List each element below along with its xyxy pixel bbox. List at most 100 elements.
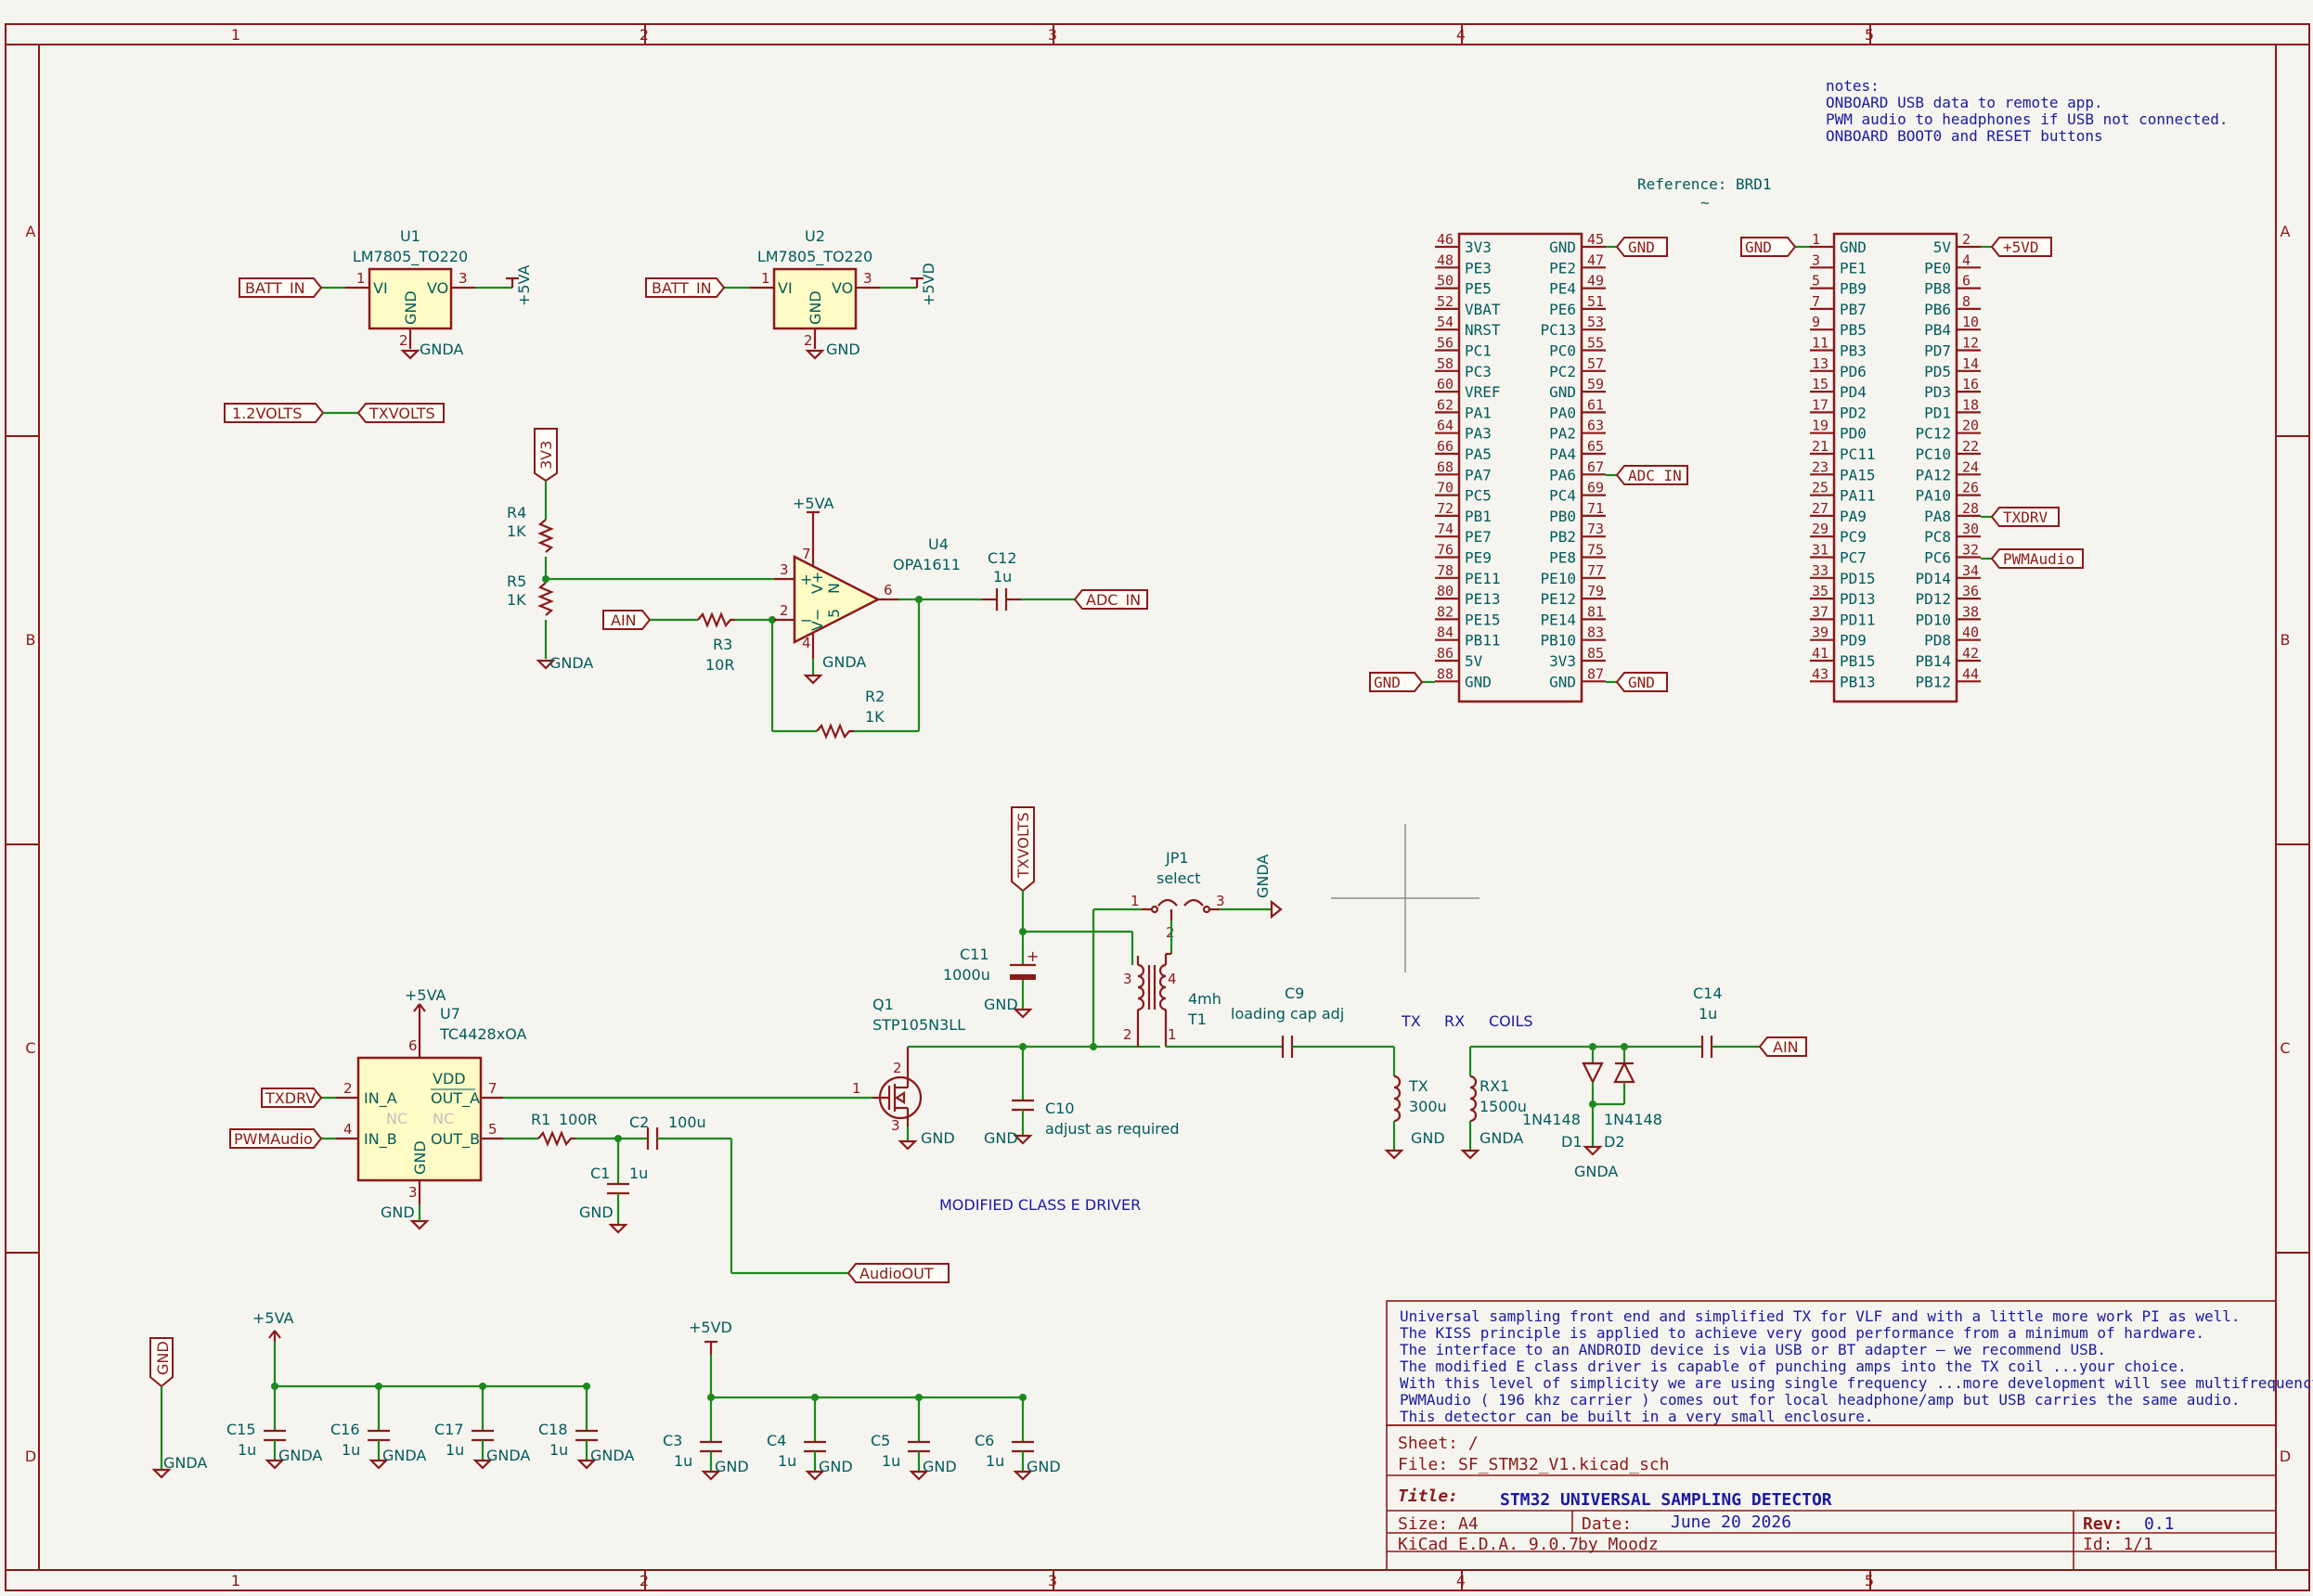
regulator-u2[interactable]: U2 LM7805_TO220 VI VO GND 1 3 2 BATT_IN … [645,227,937,360]
left-header-pin-name: PC13 [1540,321,1576,339]
right-header-pin-number: 39 [1812,624,1828,641]
right-header-pin-number: 24 [1962,458,1979,475]
net-alias[interactable]: 1.2VOLTS TXVOLTS [224,403,445,423]
right-header-pin-number: 4 [1962,251,1971,268]
decoupling-section[interactable]: GND GNDA +5VA C15 1u GNDA C16 1u GNDA C17 1u GND… [149,1309,1061,1481]
right-header-pin-number: 11 [1812,335,1828,352]
cursor-crosshair [1331,824,1480,972]
author: by Moodz [1578,1535,1659,1554]
document-title: STM32 UNIVERSAL SAMPLING DETECTOR [1500,1490,1832,1510]
q1-pin-1: 1 [852,1080,861,1097]
right-header-pin-number: 2 [1962,231,1971,248]
title-block: Sheet: / File: SF_STM32_V1.kicad_sch Tit… [1386,1424,2277,1571]
left-header-pin-name: PC0 [1549,342,1576,360]
right-header-pin-name: PB14 [1915,652,1951,670]
u7-pin-name-ina: IN_A [364,1089,397,1108]
rail-3v3-text: 3V3 [537,441,555,470]
right-header-pin-name: PB5 [1840,321,1867,339]
gnd-symbol [805,349,825,360]
opamp-section[interactable]: 3V3 R4 1K R5 1K GNDA AIN R3 10R R2 1K 3 … [507,428,1148,740]
cap-ref: C3 [663,1432,682,1449]
right-header-pin-name: PC7 [1840,549,1867,567]
d1-value: 1N4148 [1522,1111,1581,1128]
right-header-pin-name: PD6 [1840,363,1867,380]
gnd-symbol [409,1219,430,1230]
right-header-pin-number: 30 [1962,521,1979,537]
u7-pin-name-nc: NC [386,1110,407,1127]
q1-pin-2: 2 [893,1060,902,1076]
left-header-pin-number: 62 [1437,396,1454,413]
left-header-pin-number: 67 [1587,458,1604,475]
gnda-symbol [1583,1145,1603,1156]
board-brd1[interactable]: Reference: BRD1 ~ 46 3V3 GND 4548 PE3 PE2 4750… [1369,175,2084,703]
left-header-pin-name: PA0 [1549,404,1576,421]
t1-pin-4: 4 [1168,971,1177,987]
gnd-label-text: GND [1628,674,1655,691]
decoupling-capacitor: C6 1u GND [975,1394,1061,1481]
c11-gnd: GND [984,996,1018,1013]
tx-ref: TX [1408,1077,1428,1095]
left-header-pin-name: PE5 [1465,280,1492,298]
size-label: Size: A4 [1398,1514,1479,1534]
left-header-pin-number: 64 [1437,418,1454,434]
r2-ref: R2 [865,688,885,705]
right-header-pin-number: 37 [1812,603,1828,620]
u4-value: OPA1611 [893,556,961,573]
description-line: Universal sampling front end and simplif… [1400,1307,2240,1325]
u4-pin-7: 7 [802,546,811,562]
right-header-pin-name: PD8 [1924,632,1951,650]
gnd-flag-bottom: GNDA [163,1454,207,1472]
r5-resistor [537,582,554,616]
cap-gnd: GNDA [278,1447,322,1464]
left-header-pin-name: VREF [1465,383,1501,401]
right-header-pin-name: PD5 [1924,363,1951,380]
left-header-pin-number: 72 [1437,500,1454,517]
date-label: Date: [1582,1514,1632,1534]
u7-pin-5: 5 [488,1121,497,1138]
u4-pin-4: 4 [802,635,811,651]
right-header-pin-name: PD9 [1840,632,1867,650]
left-header-pin-name: PE7 [1465,528,1492,546]
rx-value: 1500u [1480,1098,1527,1115]
right-header-pin-number: 8 [1962,293,1971,310]
decoupling-capacitor: C18 1u GNDA [538,1383,634,1470]
right-header-pin-name: PC11 [1840,445,1876,463]
u4-pin-3: 3 [780,561,789,578]
d2-ref: D2 [1604,1133,1625,1151]
right-header-pin-name: PB13 [1840,673,1876,690]
gnd-flag-text: GND [154,1341,172,1375]
r5-value: 1K [507,591,526,609]
cap-gnd: GND [1027,1458,1061,1475]
cap-gnd: GNDA [382,1447,426,1464]
right-header-pin-name: PD1 [1924,404,1951,421]
left-header-pin-number: 50 [1437,273,1454,290]
left-header-pin-number: 75 [1587,542,1604,559]
left-header-pin-name: PE4 [1549,280,1576,298]
kicad-version: KiCad E.D.A. 9.0.7 [1398,1535,1579,1554]
c1-gnd: GND [579,1203,614,1221]
regulator-u1[interactable]: U1 LM7805_TO220 VI VO GND 1 3 2 BATT_IN … [239,227,533,360]
column-label-top: 4 [1456,26,1466,44]
batt-in-label-text: BATT_IN [652,279,712,298]
right-header-pin-number: 3 [1812,251,1820,268]
u1-pin-name-vo: VO [427,279,448,297]
column-label-top: 5 [1865,26,1874,44]
decoupling-capacitor: C17 1u GNDA [434,1383,530,1470]
left-header-pin-name: VBAT [1465,301,1501,318]
left-header-pin-name: PA4 [1549,445,1576,463]
driver-section[interactable]: U7 TC4428xOA 2 4 7 5 6 3 IN_A IN_B OUT_A… [229,806,1807,1283]
u1-ref: U1 [400,227,420,245]
left-header-pin-number: 81 [1587,603,1604,620]
right-header-pin-name: PA15 [1840,466,1876,483]
cap-ref: C16 [330,1421,360,1438]
right-header-pin-number: 36 [1962,583,1979,599]
left-header-pin-number: 88 [1437,665,1454,682]
title-label: Title: [1398,1487,1458,1506]
q1-gnd: GND [921,1129,955,1147]
right-header-pin-number: 19 [1812,418,1828,434]
adc-in-text: ADC_IN [1086,591,1141,610]
c14-value: 1u [1699,1005,1717,1023]
left-header-pin-name: PC3 [1465,363,1492,380]
column-label-bottom: 3 [1048,1572,1057,1590]
left-header-pin-name: PE13 [1465,590,1501,608]
